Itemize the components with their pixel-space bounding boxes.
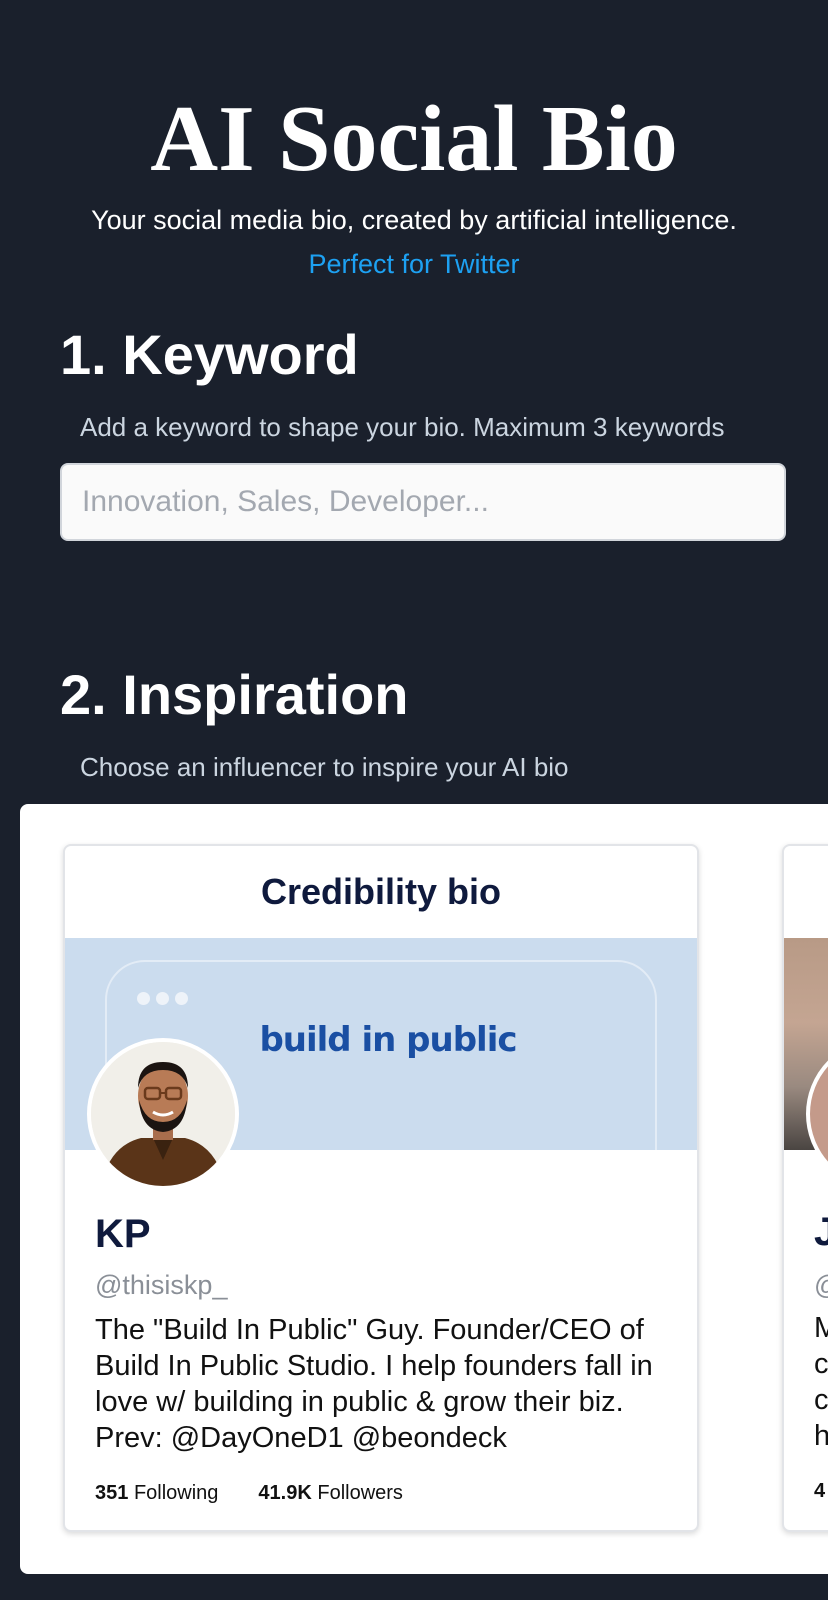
profile-bio-line: c xyxy=(814,1384,828,1416)
followers-stat: 41.9K Followers xyxy=(258,1480,403,1506)
following-label: Following xyxy=(133,1482,219,1504)
influencer-carousel[interactable]: Credibility bio build in public KP @this… xyxy=(20,804,828,1574)
inspiration-hint: Choose an influencer to inspire your AI … xyxy=(80,752,569,782)
following-stat: 351 Following xyxy=(95,1480,218,1506)
page: AI Social Bio Your social media bio, cre… xyxy=(0,0,828,1600)
inspiration-heading: 2. Inspiration xyxy=(60,663,409,726)
profile-name: J xyxy=(814,1210,828,1255)
keyword-input[interactable] xyxy=(60,463,786,541)
card-title: Credibility bio xyxy=(260,871,501,912)
profile-handle: @ xyxy=(814,1270,828,1301)
profile-bio: The "Build In Public" Guy. Founder/CEO o… xyxy=(95,1314,653,1454)
following-count: 351 xyxy=(95,1482,129,1504)
app-title: AI Social Bio xyxy=(150,87,678,191)
following-count: 4 xyxy=(814,1480,826,1502)
avatar xyxy=(87,1038,239,1190)
influencer-card-kp[interactable]: Credibility bio build in public KP @this… xyxy=(63,844,699,1532)
keyword-heading: 1. Keyword xyxy=(60,323,359,386)
tagline: Your social media bio, created by artifi… xyxy=(91,205,737,235)
dots-icon xyxy=(137,992,188,1005)
profile-bio-line: c xyxy=(814,1348,828,1380)
profile-handle: @thisiskp_ xyxy=(95,1270,228,1300)
profile-stats: 351 Following 41.9K Followers xyxy=(95,1480,403,1506)
influencer-card-2[interactable]: J @ M c c h 4 xyxy=(782,844,828,1532)
profile-bio-line: M xyxy=(814,1312,828,1345)
profile-bio-line: h xyxy=(814,1420,828,1453)
twitter-link[interactable]: Perfect for Twitter xyxy=(0,246,828,282)
followers-label: Followers xyxy=(317,1482,403,1504)
profile-name: KP xyxy=(95,1212,151,1256)
keyword-hint: Add a keyword to shape your bio. Maximum… xyxy=(80,412,725,442)
followers-count: 41.9K xyxy=(258,1482,312,1504)
